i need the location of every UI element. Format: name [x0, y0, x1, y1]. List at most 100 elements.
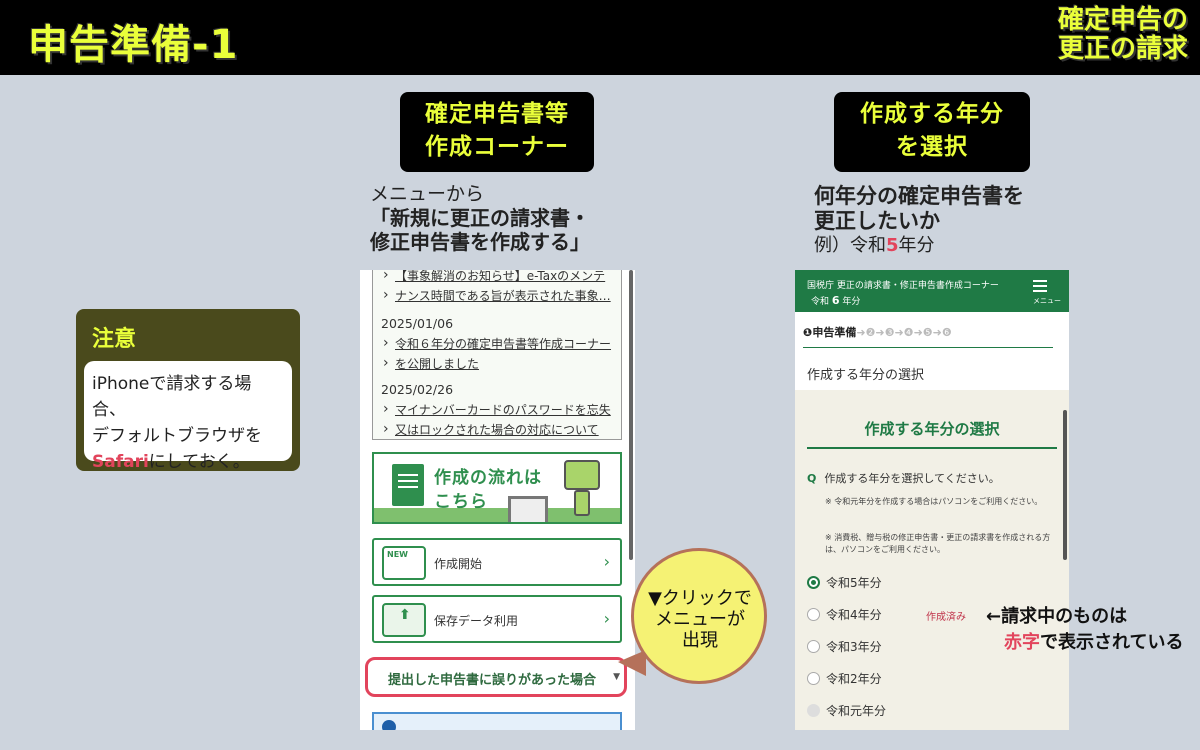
document-icon — [392, 464, 424, 506]
radio-icon[interactable] — [807, 672, 820, 685]
upload-folder-icon: ⬆ — [382, 603, 426, 637]
news-link-cont[interactable]: を公開しました — [381, 353, 613, 374]
ex-number: 5 — [886, 235, 899, 256]
header-bar: 申告準備-1 確定申告の 更正の請求 — [0, 0, 1200, 75]
dropdown-label: 提出した申告書に誤りがあった場合 — [388, 673, 597, 688]
news-link-cont[interactable]: ナンス時間である旨が表示された事象… — [381, 285, 613, 306]
radio-label: 令和2年分 — [826, 672, 882, 686]
mascot-body-icon — [574, 490, 590, 516]
radio-icon[interactable] — [807, 640, 820, 653]
header-year: 6 — [831, 294, 840, 307]
news-item[interactable]: 【事象解消のお知らせ】e-Taxのメンテ ナンス時間である旨が表示された事象… — [373, 270, 621, 306]
correction-menu-dropdown[interactable]: 提出した申告書に誤りがあった場合 ▼ — [365, 657, 627, 697]
section1-badge-line1: 確定申告書等 — [425, 101, 569, 127]
section1-badge-line2: 作成コーナー — [425, 134, 569, 160]
note-safari: Safari — [92, 452, 149, 472]
use-saved-data-label: 保存データ利用 — [434, 614, 519, 628]
small-note-2: ※ 消費税、贈与税の修正申告書・更正の請求書を作成される方は、パソコンをご利用く… — [825, 533, 1051, 554]
radio-icon[interactable] — [807, 608, 820, 621]
small-note-1: ※ 令和元年分を作成する場合はパソコンをご利用ください。 — [825, 497, 1043, 506]
hamburger-menu-icon[interactable] — [1033, 280, 1047, 282]
desc2-main-2: 更正したいか — [814, 209, 940, 233]
desc-main-2: 修正申告書を作成する」 — [370, 230, 590, 254]
note-title: 注意 — [92, 327, 137, 352]
use-saved-data-button[interactable]: ⬆ 保存データ利用 › — [372, 595, 622, 643]
info-box — [372, 712, 622, 730]
desc-main-1: 「新規に更正の請求書・ — [370, 206, 590, 230]
phone-screenshot-year-select: 国税庁 更正の請求書・修正申告書作成コーナー 令和 6 年分 メニュー ❶申告準… — [795, 270, 1069, 730]
section2-badge-line1: 作成する年分 — [860, 101, 1004, 127]
radio-disabled-icon — [807, 704, 820, 717]
start-create-label: 作成開始 — [434, 557, 483, 571]
callout-text: ▼クリックで メニューが 出現 — [636, 588, 764, 651]
new-icon-text: NEW — [387, 550, 408, 559]
callout-line1: ▼クリックで — [648, 588, 752, 609]
radio-label: 令和3年分 — [826, 640, 882, 654]
page-subtitle: 作成する年分の選択 — [807, 368, 925, 383]
section1-description: メニューから 「新規に更正の請求書・ 修正申告書を作成する」 — [370, 182, 630, 254]
scrollbar[interactable] — [629, 270, 633, 560]
radio-label: 令和元年分 — [826, 704, 887, 718]
ex-prefix: 例）令和 — [814, 235, 886, 256]
news-item[interactable]: 2025/02/26 マイナンバーカードのパスワードを忘失 又はロックされた場合… — [373, 380, 621, 440]
radio-selected-icon[interactable] — [807, 576, 820, 589]
caution-note: 注意 iPhoneで請求する場合、 デフォルトブラウザを Safariにしておく… — [76, 309, 300, 472]
note-line1: iPhoneで請求する場合、 — [92, 374, 252, 420]
app-header: 国税庁 更正の請求書・修正申告書作成コーナー 令和 6 年分 メニュー — [795, 270, 1069, 312]
news-link[interactable]: 令和６年分の確定申告書等作成コーナー — [381, 333, 613, 354]
q-mark: Q — [807, 472, 817, 485]
news-item[interactable]: 2025/01/06 令和６年分の確定申告書等作成コーナー を公開しました — [373, 314, 621, 374]
app-year: 令和 6 年分 — [811, 294, 860, 307]
divider — [803, 347, 1053, 348]
slide-title: 申告準備-1 — [28, 22, 239, 68]
news-link[interactable]: 【事象解消のお知らせ】e-Taxのメンテ — [381, 270, 613, 286]
question-text: 作成する年分を選択してください。 — [824, 472, 1000, 485]
desc2-example: 例）令和5年分 — [814, 234, 1074, 258]
news-list: 【事象解消のお知らせ】e-Taxのメンテ ナンス時間である旨が表示された事象… … — [372, 270, 622, 440]
annotation-line2: 赤字で表示されている — [986, 630, 1183, 656]
radio-option-r5[interactable]: 令和5年分 — [807, 574, 882, 591]
section2-description: 何年分の確定申告書を 更正したいか 例）令和5年分 — [814, 184, 1074, 258]
header-year-suffix: 年分 — [842, 297, 861, 307]
banner-line1: 作成の流れは — [434, 468, 542, 488]
section1-badge: 確定申告書等 作成コーナー — [400, 92, 594, 172]
news-date: 2025/01/06 — [381, 316, 454, 331]
section2-badge: 作成する年分 を選択 — [834, 92, 1030, 172]
info-icon — [382, 720, 396, 730]
page-heading: 作成する年分の選択 — [807, 418, 1057, 449]
radio-label: 令和5年分 — [826, 576, 882, 590]
topic-line2: 更正の請求 — [1057, 34, 1188, 64]
topic-label: 確定申告の 更正の請求 — [1058, 6, 1188, 64]
desc2-main-1: 何年分の確定申告書を — [814, 184, 1024, 208]
radio-label: 令和4年分 — [826, 608, 882, 622]
chevron-right-icon: › — [603, 609, 610, 628]
menu-label[interactable]: メニュー — [1033, 296, 1061, 306]
flow-banner[interactable]: 作成の流れは こちら — [372, 452, 622, 524]
callout-line2: メニューが — [655, 609, 745, 630]
phone-screenshot-menu: 【事象解消のお知らせ】e-Taxのメンテ ナンス時間である旨が表示された事象… … — [360, 270, 635, 730]
topic-line1: 確定申告の — [1057, 5, 1188, 35]
radio-option-r3[interactable]: 令和3年分 — [807, 638, 882, 655]
callout-line3: 出現 — [682, 630, 718, 651]
step-indicator-panel: ❶申告準備➜❷➜❸➜❹➜❺➜❻ 作成する年分の選択 — [795, 312, 1069, 390]
annotation: ←請求中のものは 赤字で表示されている — [986, 604, 1183, 656]
step-current: ❶申告準備 — [803, 326, 857, 339]
annotation-line2-suffix: で表示されている — [1040, 632, 1184, 653]
mascot-icon — [564, 460, 600, 490]
new-document-icon: NEW — [382, 546, 426, 580]
ex-suffix: 年分 — [898, 235, 935, 256]
radio-option-r4[interactable]: 令和4年分 — [807, 606, 882, 623]
desc-sub: メニューから — [370, 183, 485, 205]
step-rest: ➜❷➜❸➜❹➜❺➜❻ — [856, 326, 952, 339]
scrollbar[interactable] — [1063, 410, 1067, 560]
cursor-icon — [508, 496, 548, 522]
annotation-red: 赤字 — [1004, 632, 1040, 653]
section2-badge-line2: を選択 — [896, 134, 968, 160]
news-link-cont[interactable]: 又はロックされた場合の対応について — [381, 419, 613, 440]
start-create-button[interactable]: NEW 作成開始 › — [372, 538, 622, 586]
header-era: 令和 — [811, 297, 830, 307]
news-date: 2025/02/26 — [381, 382, 454, 397]
radio-option-r2[interactable]: 令和2年分 — [807, 670, 882, 687]
chevron-right-icon: › — [603, 552, 610, 571]
news-link[interactable]: マイナンバーカードのパスワードを忘失 — [381, 399, 613, 420]
